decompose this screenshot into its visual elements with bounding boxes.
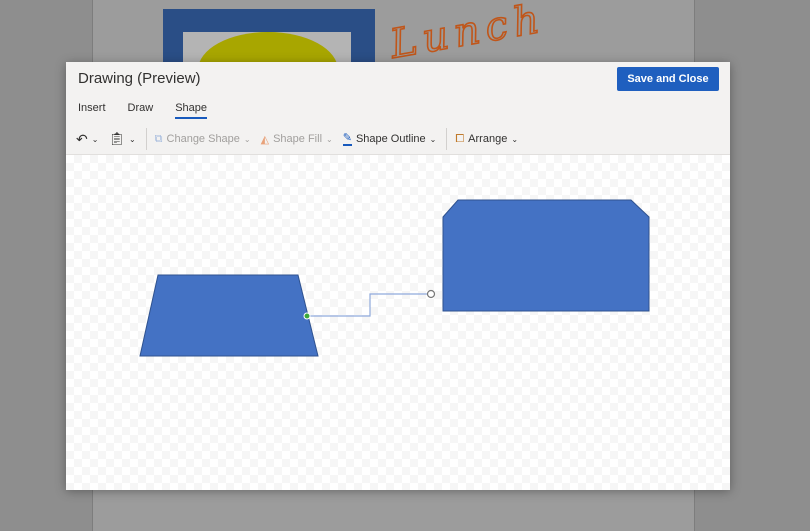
toolbar-divider	[145, 128, 147, 150]
chevron-down-icon: ⌄	[91, 134, 99, 144]
drawing-dialog: Drawing (Preview) Save and Close Insert …	[66, 62, 730, 490]
trapezoid-shape[interactable]	[139, 274, 319, 357]
drawing-canvas[interactable]	[66, 154, 730, 490]
background-artwork: Lunch	[163, 0, 549, 70]
tab-shape[interactable]: Shape	[175, 102, 207, 119]
arrange-label: Arrange	[468, 133, 508, 145]
change-shape-button[interactable]: ⧉ Change Shape ⌄	[155, 133, 251, 146]
tab-insert[interactable]: Insert	[78, 102, 106, 119]
paste-button[interactable]: 📋︎ ⌄	[108, 131, 135, 147]
dialog-title: Drawing (Preview)	[78, 70, 201, 87]
ribbon-tabs: Insert Draw Shape	[78, 102, 207, 119]
arrange-icon: ⧠	[455, 132, 465, 145]
arrange-button[interactable]: ⧠ Arrange ⌄	[455, 133, 518, 146]
elbow-connector[interactable]	[307, 293, 431, 317]
undo-icon: ↶	[76, 130, 88, 147]
ink-lunch-handwriting: Lunch	[386, 0, 549, 68]
clipboard-icon: 📋︎	[108, 131, 125, 146]
chevron-down-icon: ⌄	[511, 134, 519, 144]
tab-draw[interactable]: Draw	[128, 102, 154, 119]
pen-outline-icon: ✎	[342, 132, 352, 146]
shape-fill-button[interactable]: ◭ Shape Fill ⌄	[261, 133, 333, 146]
chevron-down-icon: ⌄	[128, 134, 136, 144]
change-shape-label: Change Shape	[166, 133, 240, 145]
shape-outline-label: Shape Outline	[355, 133, 426, 145]
chevron-down-icon: ⌄	[243, 134, 251, 144]
save-and-close-button[interactable]: Save and Close	[617, 67, 719, 91]
connector-start-handle[interactable]	[303, 312, 311, 320]
connector-end-handle[interactable]	[426, 289, 436, 299]
shape-fill-label: Shape Fill	[273, 133, 323, 145]
toolbar-divider	[446, 128, 448, 150]
toolbar: ↶ ⌄ 📋︎ ⌄ ⧉ Change Shape ⌄ ◭ Shape Fill ⌄ ✎ Shap…	[76, 128, 528, 150]
chevron-down-icon: ⌄	[429, 134, 437, 144]
snipped-rectangle-shape[interactable]	[442, 199, 650, 312]
shape-outline-button[interactable]: ✎ Shape Outline ⌄	[342, 132, 437, 146]
undo-button[interactable]: ↶ ⌄	[76, 131, 98, 148]
change-shape-icon: ⧉	[154, 132, 163, 145]
chevron-down-icon: ⌄	[326, 134, 333, 144]
paint-bucket-icon: ◭	[260, 133, 270, 146]
